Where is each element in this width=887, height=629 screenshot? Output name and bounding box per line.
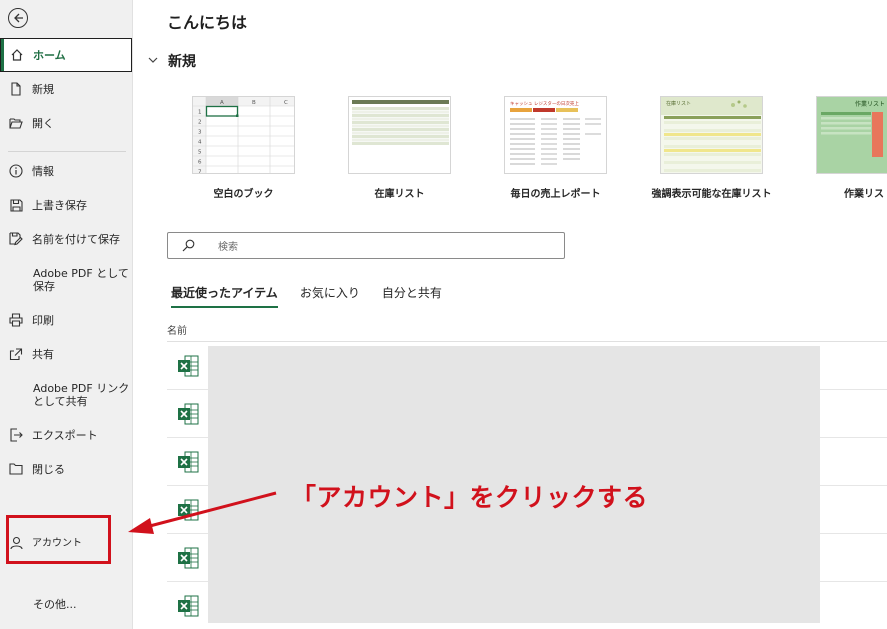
sidebar-item-label: 印刷	[32, 313, 54, 327]
excel-file-icon	[177, 354, 199, 382]
close-folder-icon	[0, 463, 32, 475]
tab-shared-with-me[interactable]: 自分と共有	[382, 284, 442, 308]
file-tabs: 最近使ったアイテム お気に入り 自分と共有	[171, 284, 464, 308]
template-thumbnail: キャッシュ レジスターの日次売上	[504, 96, 607, 174]
sidebar-item-info[interactable]: 情報	[0, 163, 133, 179]
sidebar-item-new[interactable]: 新規	[0, 81, 133, 97]
svg-text:4: 4	[198, 140, 202, 146]
sidebar-item-label: Adobe PDF として 保存	[33, 267, 129, 293]
new-file-icon	[0, 82, 32, 96]
template-inventory-list[interactable]: 在庫リスト	[348, 96, 451, 200]
chevron-down-icon	[148, 56, 158, 67]
svg-text:1: 1	[198, 110, 202, 116]
sidebar-item-adobe-pdf-link[interactable]: Adobe PDF リンク として共有	[0, 381, 133, 409]
template-daily-sales-report[interactable]: キャッシュ レジスターの日次売上 毎日の売上レポート	[504, 96, 607, 200]
template-name: 空白のブック	[213, 189, 274, 200]
account-highlight-box	[6, 515, 111, 564]
tab-recent[interactable]: 最近使ったアイテム	[171, 284, 278, 308]
excel-file-icon	[177, 546, 199, 574]
home-icon	[1, 48, 33, 62]
template-name: 毎日の売上レポート	[510, 189, 601, 200]
template-thumbnail: 作業リスト	[816, 96, 887, 174]
template-thumbnail: 在庫リスト	[660, 96, 763, 174]
sidebar-item-print[interactable]: 印刷	[0, 312, 133, 328]
sidebar-divider	[8, 151, 126, 152]
sidebar-item-label: 共有	[32, 347, 54, 361]
svg-text:3: 3	[198, 130, 202, 136]
excel-file-icon	[177, 402, 199, 430]
svg-text:A: A	[220, 100, 224, 106]
annotation-text: 「アカウント」をクリックする	[291, 483, 649, 512]
sidebar-item-home[interactable]: ホーム	[0, 38, 132, 72]
excel-file-icon	[177, 498, 199, 526]
sidebar-item-label: ホーム	[33, 48, 66, 62]
sidebar-item-more[interactable]: その他...	[0, 596, 133, 612]
open-folder-icon	[0, 117, 32, 129]
svg-text:6: 6	[198, 160, 202, 166]
template-highlightable-inventory[interactable]: 在庫リスト 強調表示可能な在庫リスト	[652, 96, 772, 200]
sidebar-item-export[interactable]: エクスポート	[0, 427, 133, 443]
template-thumbnail	[348, 96, 451, 174]
svg-text:在庫リスト: 在庫リスト	[666, 100, 691, 107]
sidebar-item-label: 新規	[32, 82, 54, 96]
tab-favorites[interactable]: お気に入り	[300, 284, 360, 308]
sidebar-item-save-as[interactable]: 名前を付けて保存	[0, 231, 133, 247]
excel-file-icon	[177, 594, 199, 622]
excel-file-icon	[177, 450, 199, 478]
sidebar-item-label: 開く	[32, 116, 54, 130]
sidebar-item-label: 情報	[32, 164, 54, 178]
page-title: こんにちは	[167, 13, 248, 32]
sidebar-item-close[interactable]: 閉じる	[0, 461, 133, 477]
sidebar-item-label: 名前を付けて保存	[32, 232, 120, 246]
svg-text:5: 5	[198, 150, 202, 156]
search-placeholder: 検索	[218, 242, 238, 253]
svg-text:7: 7	[198, 170, 202, 175]
template-blank-workbook[interactable]: A B C 1 2 3 4 5 6 7 空白のブック	[192, 96, 295, 200]
save-icon	[0, 198, 32, 212]
svg-text:キャッシュ レジスターの日次売上: キャッシュ レジスターの日次売上	[510, 100, 579, 107]
sidebar-item-share[interactable]: 共有	[0, 346, 133, 362]
active-indicator	[1, 39, 4, 71]
section-title: 新規	[168, 54, 196, 70]
svg-text:B: B	[252, 100, 256, 106]
info-icon	[0, 164, 32, 178]
sidebar-item-label: 上書き保存	[32, 198, 87, 212]
svg-text:C: C	[284, 100, 288, 106]
sidebar-item-open[interactable]: 開く	[0, 115, 133, 131]
print-icon	[0, 313, 32, 327]
svg-text:2: 2	[198, 120, 202, 126]
sidebar-item-label: その他...	[33, 597, 77, 611]
back-arrow-icon[interactable]	[8, 8, 28, 28]
sidebar-item-label: Adobe PDF リンク として共有	[33, 382, 130, 408]
column-header-name: 名前	[167, 326, 187, 337]
template-work-list[interactable]: 作業リスト 作業リスト	[816, 96, 887, 200]
search-icon	[168, 239, 208, 252]
template-name: 強調表示可能な在庫リスト	[651, 189, 772, 200]
new-section-header[interactable]: 新規	[148, 51, 196, 71]
sidebar-item-label: エクスポート	[32, 428, 98, 442]
sidebar-item-label: 閉じる	[32, 462, 65, 476]
svg-text:作業リスト: 作業リスト	[855, 100, 885, 108]
template-name: 在庫リスト	[374, 189, 425, 200]
export-icon	[0, 428, 32, 442]
share-icon	[0, 347, 32, 361]
template-thumbnail: A B C 1 2 3 4 5 6 7	[192, 96, 295, 174]
sidebar-item-save[interactable]: 上書き保存	[0, 197, 133, 213]
save-as-icon	[0, 232, 32, 246]
template-name: 作業リスト	[844, 189, 887, 200]
search-input[interactable]: 検索	[167, 232, 565, 259]
sidebar-item-adobe-pdf-save[interactable]: Adobe PDF として 保存	[0, 266, 133, 294]
